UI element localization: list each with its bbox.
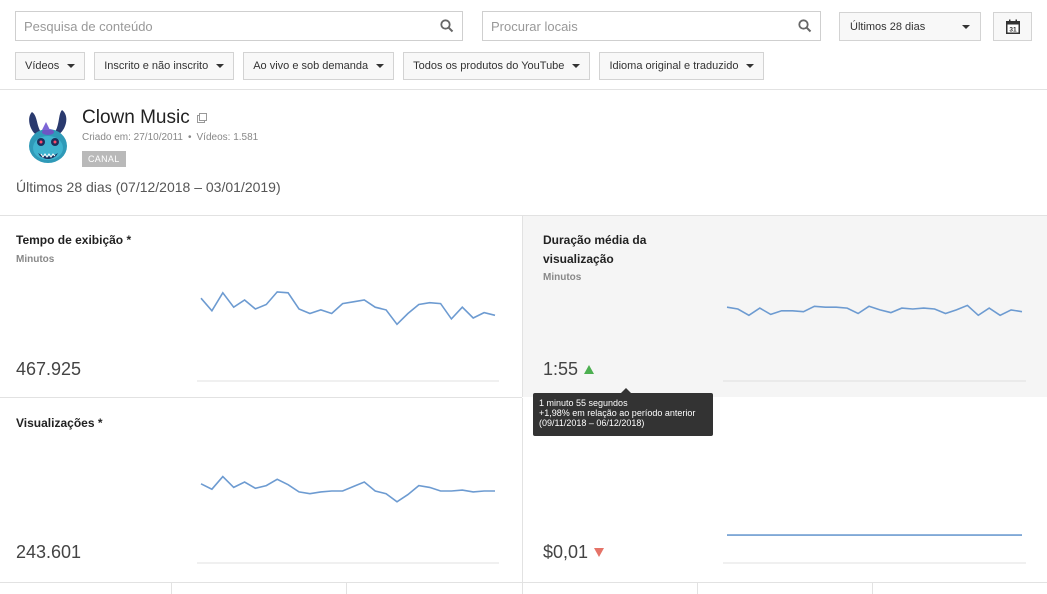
metric-subtitle: Minutos <box>16 254 55 265</box>
channel-meta: Criado em: 27/10/2011 • Vídeos: 1.581 <box>82 132 258 143</box>
filter-label: Idioma original e traduzido <box>609 60 739 72</box>
metric-subtitle: Minutos <box>543 272 582 283</box>
trend-up-icon <box>584 365 595 374</box>
filter-live[interactable]: Ao vivo e sob demanda <box>243 52 395 80</box>
location-search-box[interactable] <box>482 11 821 41</box>
meta-separator: • <box>188 132 192 143</box>
bottom-tabs <box>0 582 1047 594</box>
metric-value-text: 1:55 <box>543 359 579 379</box>
sparkline-series <box>726 304 1023 317</box>
metric-card-views[interactable]: Visualizações * 243.601 <box>0 398 522 582</box>
metric-tooltip: 1 minuto 55 segundos +1,98% em relação a… <box>533 388 713 436</box>
sparkline <box>197 475 499 564</box>
metric-value: $0,01 <box>543 542 605 563</box>
search-icon[interactable] <box>440 19 454 33</box>
chevron-down-icon <box>67 64 76 68</box>
channel-created: Criado em: 27/10/2011 <box>82 132 183 143</box>
filter-label: Inscrito e não inscrito <box>104 60 209 72</box>
filter-subscription[interactable]: Inscrito e não inscrito <box>94 52 235 80</box>
metric-value: 1:55 <box>543 359 595 380</box>
sparkline <box>197 291 499 382</box>
filter-label: Todos os produtos do YouTube <box>413 60 565 72</box>
metric-title: Tempo de exibição * <box>16 233 132 247</box>
tab-separator <box>171 583 172 594</box>
sparkline <box>723 534 1026 564</box>
filter-products[interactable]: Todos os produtos do YouTube <box>403 52 591 80</box>
calendar-icon: 31 <box>1005 19 1020 34</box>
chevron-down-icon <box>962 24 970 29</box>
tooltip-line-3: (09/11/2018 – 06/12/2018) <box>539 418 645 428</box>
calendar-button[interactable]: 31 <box>993 12 1032 41</box>
metric-value-text: 243.601 <box>16 542 82 562</box>
tab-separator <box>522 583 523 594</box>
channel-name-text: Clown Music <box>82 107 190 128</box>
period-select[interactable]: Últimos 28 dias <box>839 12 981 41</box>
chevron-down-icon <box>746 64 755 68</box>
channel-badge: CANAL <box>82 151 126 167</box>
metric-value-text: 467.925 <box>16 359 82 379</box>
metric-title: Visualizações * <box>16 416 103 430</box>
sparkline-series <box>200 291 496 326</box>
content-search-box[interactable] <box>15 11 463 41</box>
metric-title: Duração média da visualização <box>543 233 647 266</box>
chevron-down-icon <box>216 64 225 68</box>
tab-separator <box>346 583 347 594</box>
chevron-down-icon <box>572 64 581 68</box>
external-link-icon[interactable] <box>196 113 207 123</box>
filter-videos[interactable]: Vídeos <box>15 52 86 80</box>
chevron-down-icon <box>376 64 385 68</box>
tab-separator <box>697 583 698 594</box>
tooltip-line-1: 1 minuto 55 segundos <box>539 398 628 408</box>
location-search-input[interactable] <box>483 12 820 40</box>
filter-label: Ao vivo e sob demanda <box>253 60 369 72</box>
header-divider <box>0 89 1047 90</box>
period-select-label: Últimos 28 dias <box>850 20 926 33</box>
trend-down-icon <box>594 548 605 557</box>
filter-label: Vídeos <box>25 60 60 72</box>
metric-card-watch-time[interactable]: Tempo de exibição * Minutos 467.925 <box>0 216 522 397</box>
tooltip-line-2: +1,98% em relação ao período anterior <box>539 408 696 418</box>
filter-bar: Vídeos Inscrito e não inscrito Ao vivo e… <box>15 52 765 80</box>
tab-separator <box>872 583 873 594</box>
sparkline-series <box>200 475 495 503</box>
metric-value: 467.925 <box>16 359 81 380</box>
avatar[interactable] <box>22 108 74 166</box>
channel-name[interactable]: Clown Music <box>82 107 207 129</box>
period-label: Últimos 28 dias (07/12/2018 – 03/01/2019… <box>16 179 281 195</box>
sparkline <box>723 304 1026 382</box>
calendar-day: 31 <box>1009 26 1017 33</box>
content-search-input[interactable] <box>16 12 462 40</box>
channel-videos: Vídeos: 1.581 <box>196 132 259 143</box>
metric-value: 243.601 <box>16 542 81 563</box>
metric-value-text: $0,01 <box>543 542 589 562</box>
search-icon[interactable] <box>798 19 812 33</box>
filter-language[interactable]: Idioma original e traduzido <box>599 52 765 80</box>
metric-card-avg-duration[interactable]: Duração média da visualização Minutos 1:… <box>522 216 1047 397</box>
